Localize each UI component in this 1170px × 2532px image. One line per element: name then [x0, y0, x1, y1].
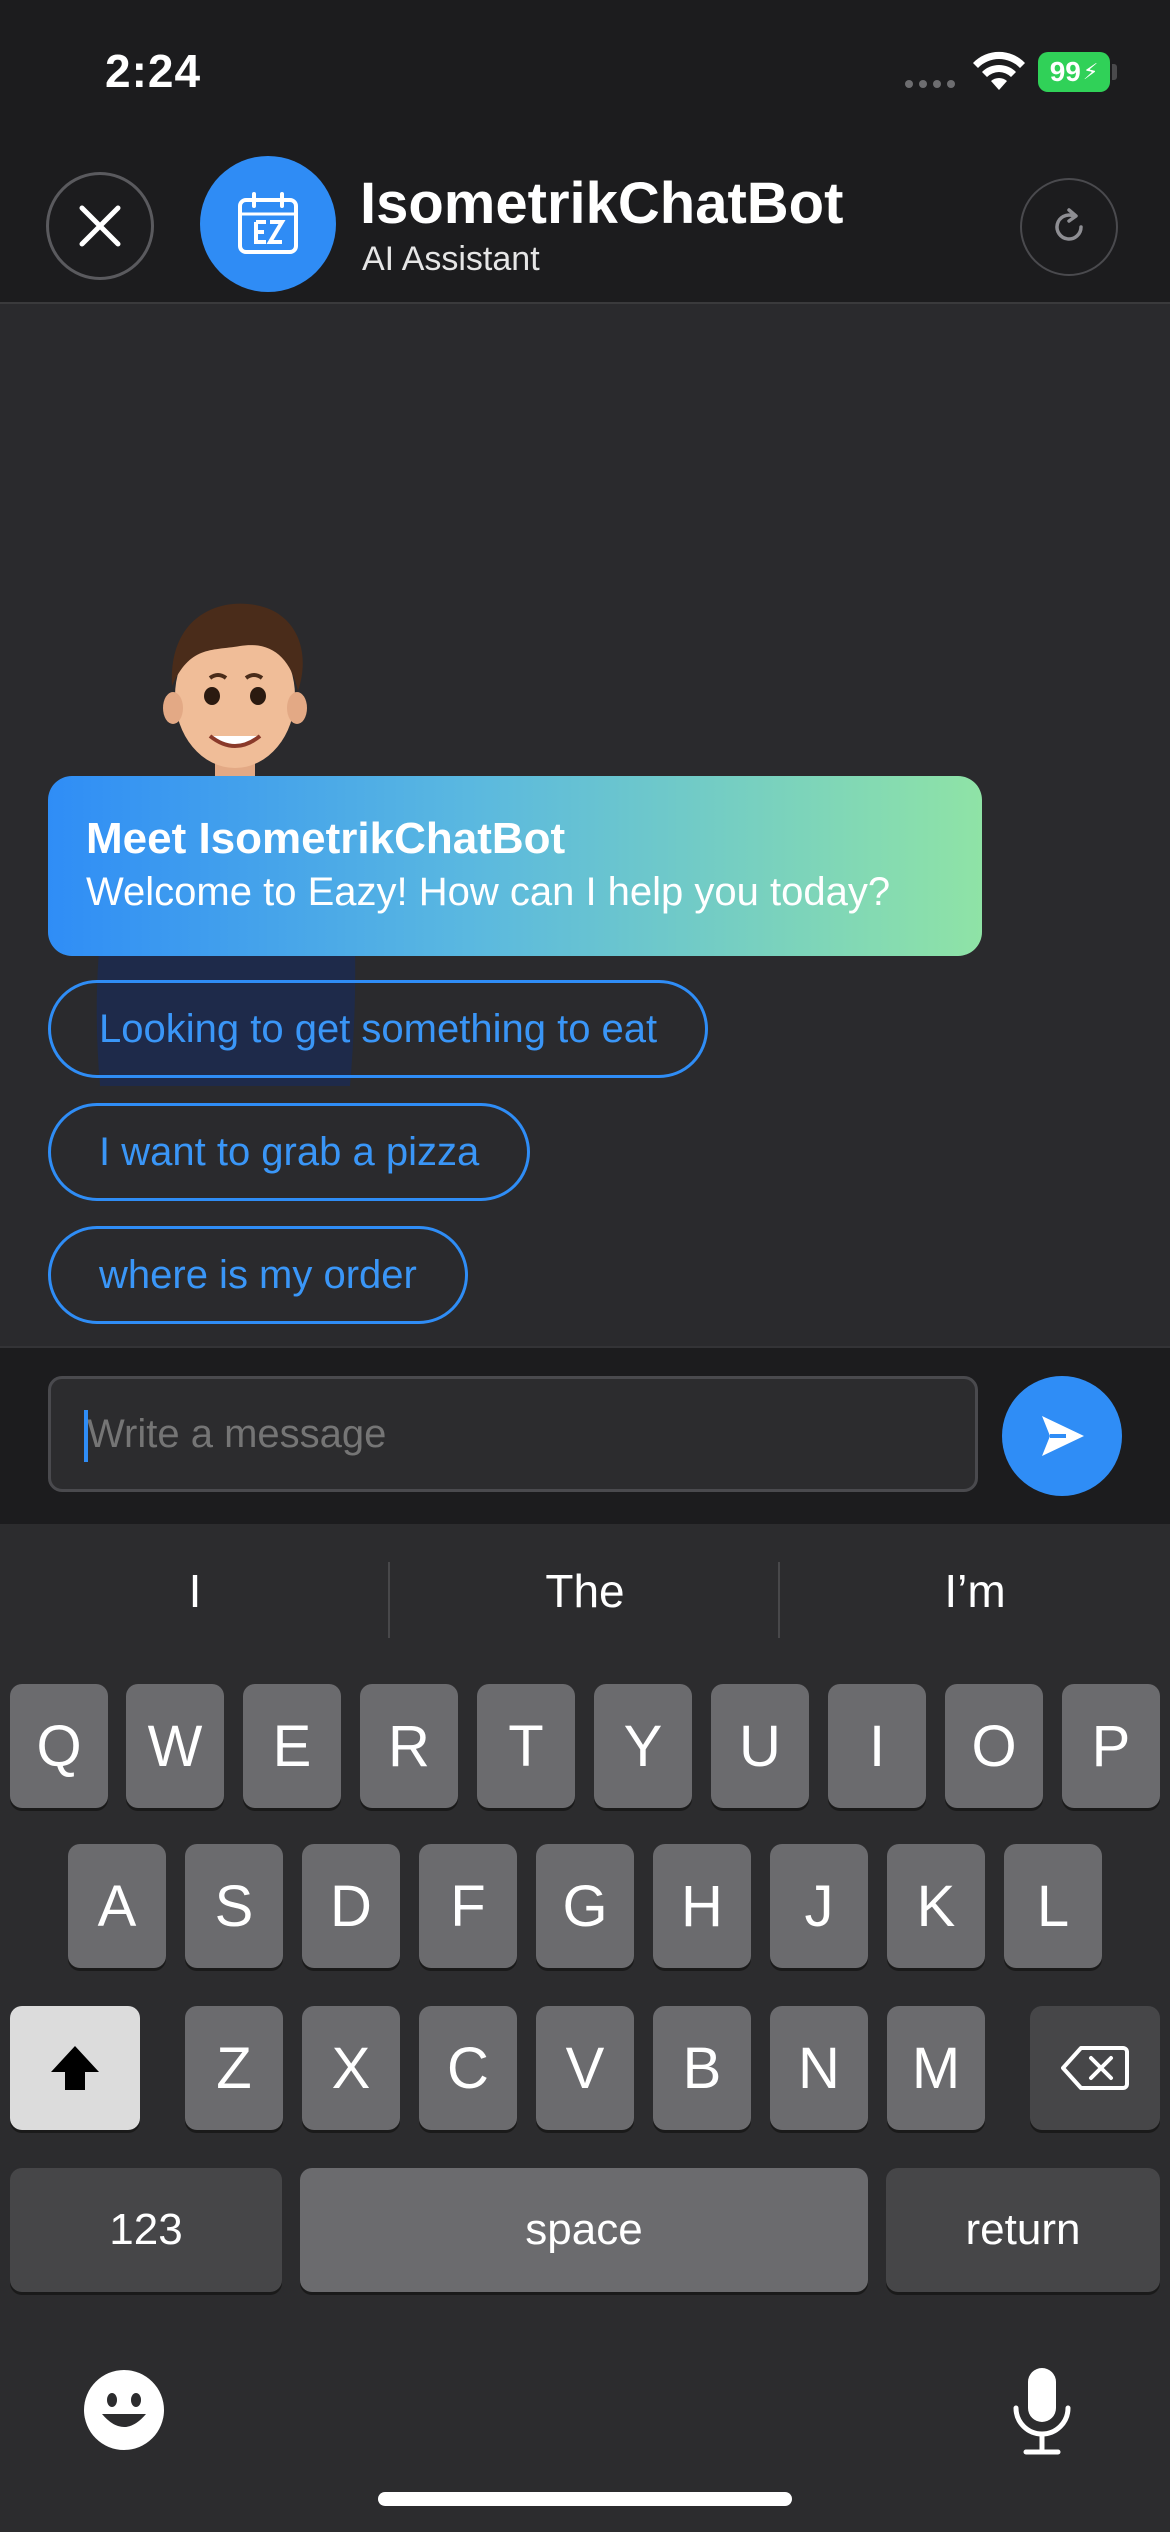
dictation-button[interactable]	[1006, 2364, 1078, 2460]
shift-arrow-icon	[51, 2046, 99, 2090]
emoji-button[interactable]	[82, 2368, 166, 2452]
return-key[interactable]: return	[886, 2168, 1160, 2292]
status-time: 2:24	[105, 45, 202, 97]
key-e[interactable]: E	[243, 1684, 341, 1808]
key-z[interactable]: Z	[185, 2006, 283, 2130]
numbers-key[interactable]: 123	[10, 2168, 282, 2292]
key-t[interactable]: T	[477, 1684, 575, 1808]
home-indicator	[378, 2492, 792, 2506]
charging-bolt-icon: ⚡	[1082, 59, 1099, 84]
key-a[interactable]: A	[68, 1844, 166, 1968]
key-s[interactable]: S	[185, 1844, 283, 1968]
key-k[interactable]: K	[887, 1844, 985, 1968]
space-key[interactable]: space	[300, 2168, 868, 2292]
key-h[interactable]: H	[653, 1844, 751, 1968]
close-button[interactable]	[46, 172, 154, 280]
prediction-word[interactable]: I	[0, 1564, 390, 1618]
bot-name: IsometrikChatBot	[360, 171, 844, 236]
key-g[interactable]: G	[536, 1844, 634, 1968]
key-l[interactable]: L	[1004, 1844, 1102, 1968]
send-icon	[1042, 1416, 1084, 1456]
key-o[interactable]: O	[945, 1684, 1043, 1808]
calendar-ez-icon	[238, 192, 298, 254]
welcome-message-bubble: Meet IsometrikChatBot Welcome to Eazy! H…	[48, 776, 982, 956]
close-icon	[79, 205, 121, 247]
key-m[interactable]: M	[887, 2006, 985, 2130]
key-x[interactable]: X	[302, 2006, 400, 2130]
key-v[interactable]: V	[536, 2006, 634, 2130]
suggestion-chip[interactable]: Looking to get something to eat	[48, 980, 709, 1078]
prediction-word[interactable]: The	[390, 1564, 780, 1618]
key-r[interactable]: R	[360, 1684, 458, 1808]
delete-key[interactable]	[1030, 2006, 1160, 2130]
welcome-text: Welcome to Eazy! How can I help you toda…	[86, 870, 891, 914]
key-f[interactable]: F	[419, 1844, 517, 1968]
status-bar: 2:24 99 ⚡	[0, 0, 1170, 140]
key-i[interactable]: I	[828, 1684, 926, 1808]
keyboard: I The I’m Q W E R T Y U I O P A S D F G …	[0, 1524, 1170, 2532]
key-n[interactable]: N	[770, 2006, 868, 2130]
wifi-icon	[973, 51, 1025, 90]
chat-area: Meet IsometrikChatBot Welcome to Eazy! H…	[0, 306, 1170, 1346]
chat-header: IsometrikChatBot AI Assistant	[0, 140, 1170, 304]
backspace-icon	[1061, 2046, 1129, 2090]
key-u[interactable]: U	[711, 1684, 809, 1808]
battery-cap	[1112, 64, 1117, 80]
message-input[interactable]	[48, 1376, 978, 1492]
battery-level: 99	[1049, 56, 1081, 87]
message-composer	[0, 1346, 1170, 1524]
key-c[interactable]: C	[419, 2006, 517, 2130]
send-button[interactable]	[1002, 1376, 1122, 1496]
bot-subtitle: AI Assistant	[362, 240, 540, 278]
key-d[interactable]: D	[302, 1844, 400, 1968]
suggestion-chip[interactable]: I want to grab a pizza	[48, 1103, 531, 1201]
key-j[interactable]: J	[770, 1844, 868, 1968]
key-p[interactable]: P	[1062, 1684, 1160, 1808]
battery-icon: 99 ⚡	[1038, 52, 1110, 92]
prediction-word[interactable]: I’m	[780, 1564, 1170, 1618]
key-b[interactable]: B	[653, 2006, 751, 2130]
cellular-signal-icon	[905, 80, 955, 88]
text-cursor	[84, 1410, 88, 1462]
bot-avatar	[200, 156, 336, 292]
key-w[interactable]: W	[126, 1684, 224, 1808]
predictive-text-bar: I The I’m	[0, 1524, 1170, 1674]
refresh-button[interactable]	[1020, 178, 1118, 276]
shift-key[interactable]	[10, 2006, 140, 2130]
key-q[interactable]: Q	[10, 1684, 108, 1808]
suggestion-chip[interactable]: where is my order	[48, 1226, 468, 1324]
emoji-icon	[84, 2370, 164, 2450]
welcome-title: Meet IsometrikChatBot	[86, 814, 566, 863]
key-y[interactable]: Y	[594, 1684, 692, 1808]
refresh-icon	[1055, 208, 1083, 241]
microphone-icon	[1013, 2368, 1071, 2455]
